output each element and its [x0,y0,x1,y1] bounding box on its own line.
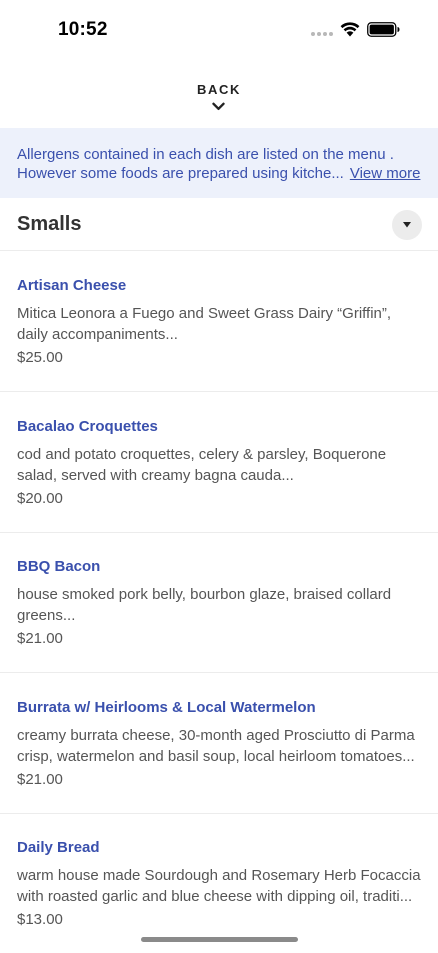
back-button[interactable]: BACK [0,76,438,118]
menu-item[interactable]: Bacalao Croquettes cod and potato croque… [0,392,438,533]
status-bar: 10:52 [0,0,438,60]
section-toggle-button[interactable] [392,210,422,240]
menu-item-description: cod and potato croquettes, celery & pars… [17,444,421,486]
menu-item-description: house smoked pork belly, bourbon glaze, … [17,584,421,626]
menu-item-price: $20.00 [17,490,63,507]
menu-item-description: creamy burrata cheese, 30-month aged Pro… [17,725,421,767]
view-more-link[interactable]: View more [350,165,421,182]
allergen-notice-line: Allergens contained in each dish are lis… [17,146,394,163]
status-time: 10:52 [58,19,108,40]
section-title: Smalls [17,213,82,235]
menu-item-name: Burrata w/ Heirlooms & Local Watermelon [17,699,316,716]
menu-item-description: Mitica Leonora a Fuego and Sweet Grass D… [17,303,421,345]
menu-item-description-line: daily accompaniments... [17,326,178,343]
section-header: Smalls [0,198,438,251]
menu-item-name: Bacalao Croquettes [17,418,158,435]
cellular-signal-icon [311,32,335,36]
menu-item-price: $21.00 [17,630,63,647]
menu-item-description-line: Mitica Leonora a Fuego and Sweet Grass D… [17,305,392,322]
menu-item-price: $13.00 [17,911,63,928]
battery-icon [367,22,400,37]
back-label: BACK [197,82,241,97]
allergen-notice-text: However some foods are prepared using ki… [17,165,344,182]
menu-item-description-line: house smoked pork belly, bourbon glaze, … [17,586,392,603]
menu-item-name: Daily Bread [17,839,100,856]
wifi-icon [340,22,360,37]
menu-item-price: $25.00 [17,349,63,366]
menu-item-name: BBQ Bacon [17,558,101,575]
allergen-notice: Allergens contained in each dish are lis… [0,128,438,198]
menu-item-description-line: greens... [17,607,76,624]
menu-item-description-line: warm house made Sourdough and Rosemary H… [17,867,421,884]
menu-item[interactable]: Artisan Cheese Mitica Leonora a Fuego an… [0,251,438,392]
menu-item-description-line: salad, served with creamy bagna cauda... [17,467,294,484]
menu-item-description: warm house made Sourdough and Rosemary H… [17,865,421,907]
menu-item-name: Artisan Cheese [17,277,127,294]
menu-item-description-line: cod and potato croquettes, celery & pars… [17,446,387,463]
chevron-down-icon [212,102,225,110]
menu-item-price: $21.00 [17,771,63,788]
menu-item[interactable]: Daily Bread warm house made Sourdough an… [0,813,438,953]
menu-item[interactable]: Burrata w/ Heirlooms & Local Watermelon … [0,673,438,814]
caret-down-icon [403,222,411,228]
menu-item-description-line: creamy burrata cheese, 30-month aged Pro… [17,727,415,744]
menu-item-description-line: with roasted garlic and blue cheese with… [17,888,413,905]
allergen-notice-line: However some foods are prepared using ki… [17,165,420,182]
home-indicator[interactable] [141,937,298,942]
menu-item-description-line: crisp, watermelon and basil soup, local … [17,748,415,765]
menu-item[interactable]: BBQ Bacon house smoked pork belly, bourb… [0,532,438,673]
